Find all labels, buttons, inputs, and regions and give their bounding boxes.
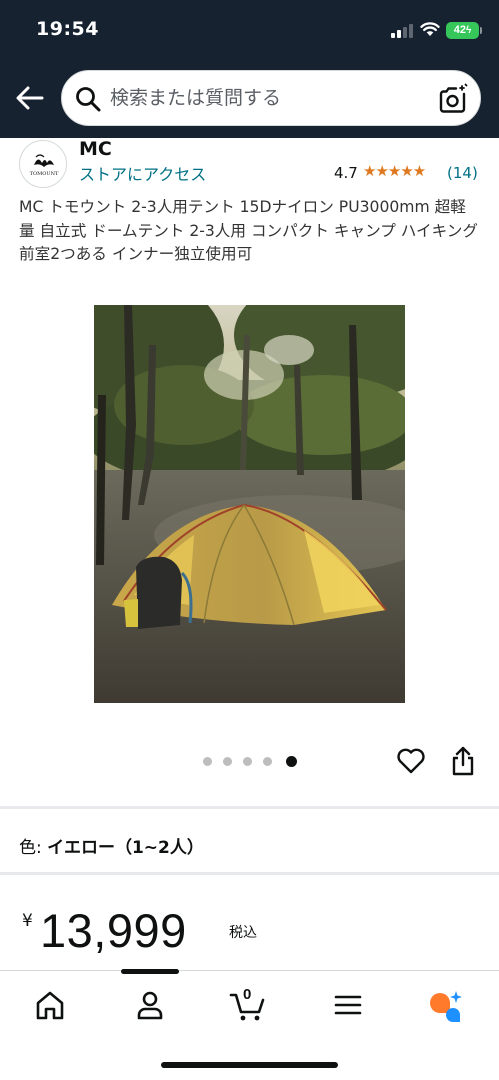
brand-name: MC [79, 138, 112, 160]
camera-search-icon[interactable] [438, 83, 470, 115]
active-tab-indicator [121, 969, 179, 974]
color-label: 色: [19, 838, 42, 858]
currency-symbol: ¥ [22, 911, 33, 931]
menu-icon[interactable] [328, 987, 368, 1023]
search-bar[interactable] [61, 70, 481, 126]
product-image[interactable] [94, 305, 405, 703]
tomount-logo-icon: TOMOUNT [30, 154, 59, 177]
star-rating[interactable]: ★★★★★ [363, 162, 426, 180]
charging-icon: ϟ [465, 25, 472, 36]
price-amount: 13,999 [40, 904, 187, 957]
section-divider [0, 806, 499, 809]
review-count-link[interactable]: (14) [447, 164, 478, 182]
rufus-icon[interactable] [426, 987, 466, 1023]
product-title: MC トモウント 2-3人用テント 15Dナイロン PU3000mm 超軽量 自… [19, 198, 478, 263]
color-selector[interactable]: 色: イエロー（1~2人） [19, 833, 204, 858]
color-value: イエロー（1~2人） [47, 838, 204, 858]
pagination-dot-active[interactable] [286, 756, 297, 767]
section-divider [0, 872, 499, 875]
pagination-dot[interactable] [203, 757, 212, 766]
home-icon[interactable] [30, 987, 70, 1023]
battery-tip [480, 27, 482, 34]
share-icon[interactable] [450, 745, 476, 777]
brand-logo[interactable]: TOMOUNT [19, 140, 67, 188]
tent-photo [94, 305, 405, 703]
visit-store-link[interactable]: ストアにアクセス [79, 161, 206, 185]
back-button[interactable] [14, 84, 46, 112]
cart-count: 0 [243, 986, 252, 1003]
wifi-icon [420, 22, 440, 36]
search-input[interactable] [110, 71, 430, 125]
pagination-dot[interactable] [243, 757, 252, 766]
app-header: 19:54 42ϟ [0, 0, 499, 138]
home-indicator [161, 1062, 338, 1068]
cellular-signal-icon [391, 24, 413, 38]
pagination-dot[interactable] [223, 757, 232, 766]
status-time: 19:54 [36, 18, 99, 40]
wishlist-heart-icon[interactable] [396, 747, 426, 775]
cart-button[interactable]: 0 [228, 986, 268, 1023]
search-icon [76, 87, 101, 112]
tax-note: 税込 [229, 925, 257, 941]
logo-text: TOMOUNT [30, 171, 59, 177]
battery-indicator: 42ϟ [446, 22, 479, 39]
battery-level: 42 [453, 24, 466, 36]
pagination-dot[interactable] [263, 757, 272, 766]
image-pagination[interactable] [201, 756, 301, 768]
bottom-navigation: 0 [0, 969, 499, 1080]
rating-value[interactable]: 4.7 [334, 164, 358, 182]
account-icon[interactable] [130, 987, 170, 1023]
